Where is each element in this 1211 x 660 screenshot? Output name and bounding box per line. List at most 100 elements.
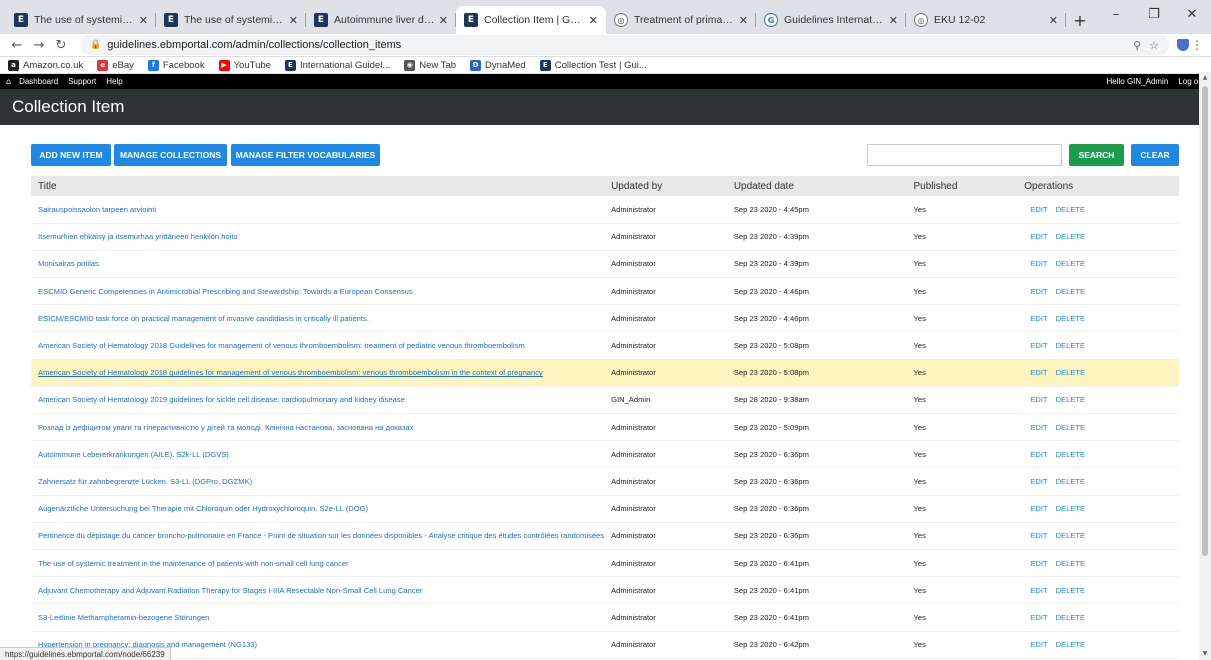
item-title-link[interactable]: Itsemurhien ehkäisy ja itsemurhaa yrittä… bbox=[31, 223, 604, 250]
delete-link[interactable]: DELETE bbox=[1056, 477, 1086, 486]
browser-tab[interactable]: E The use of systemic treatment in ✕ bbox=[156, 6, 306, 34]
edit-link[interactable]: EDIT bbox=[1030, 205, 1047, 214]
bookmark-item[interactable]: e eBay bbox=[97, 59, 134, 71]
delete-link[interactable]: DELETE bbox=[1056, 259, 1086, 268]
browser-tab[interactable]: E The use of systemic treatment in ✕ bbox=[6, 6, 156, 34]
bookmark-item[interactable]: D DynaMed bbox=[470, 59, 526, 71]
delete-link[interactable]: DELETE bbox=[1056, 341, 1086, 350]
bookmark-item[interactable]: a Amazon.co.uk bbox=[8, 59, 83, 71]
tab-close-icon[interactable]: ✕ bbox=[139, 14, 148, 27]
item-title-link[interactable]: Pertinence du dépistage du cancer bronch… bbox=[31, 522, 604, 549]
search-button[interactable]: SEARCH bbox=[1069, 144, 1124, 166]
browser-tab[interactable]: ◎ Treatment of primary breast canc ✕ bbox=[606, 6, 756, 34]
edit-link[interactable]: EDIT bbox=[1030, 287, 1047, 296]
edit-link[interactable]: EDIT bbox=[1030, 232, 1047, 241]
delete-link[interactable]: DELETE bbox=[1056, 531, 1086, 540]
item-title-link[interactable]: The use of systemic treatment in the mai… bbox=[31, 549, 604, 576]
edit-link[interactable]: EDIT bbox=[1030, 559, 1047, 568]
tab-close-icon[interactable]: ✕ bbox=[289, 14, 298, 27]
close-window-icon[interactable]: ✕ bbox=[1173, 0, 1211, 28]
forward-icon[interactable]: → bbox=[28, 38, 50, 53]
tab-close-icon[interactable]: ✕ bbox=[589, 14, 598, 27]
edit-link[interactable]: EDIT bbox=[1030, 341, 1047, 350]
column-header-updated-date[interactable]: Updated date bbox=[727, 176, 907, 196]
edit-link[interactable]: EDIT bbox=[1030, 504, 1047, 513]
edit-link[interactable]: EDIT bbox=[1030, 368, 1047, 377]
manage-collections-button[interactable]: MANAGE COLLECTIONS bbox=[114, 144, 227, 166]
column-header-updated-by[interactable]: Updated by bbox=[604, 176, 727, 196]
scroll-down-icon[interactable]: ▼ bbox=[1199, 648, 1211, 660]
address-bar[interactable]: 🔒 guidelines.ebmportal.com/admin/collect… bbox=[80, 35, 1169, 55]
item-title-link[interactable]: Розлад із дефіцитом уваги та гіперактивн… bbox=[31, 414, 604, 441]
edit-link[interactable]: EDIT bbox=[1030, 450, 1047, 459]
delete-link[interactable]: DELETE bbox=[1056, 232, 1086, 241]
browser-tab[interactable]: E Collection Item | Guidelines Inter ✕ bbox=[456, 6, 606, 34]
edit-link[interactable]: EDIT bbox=[1030, 640, 1047, 649]
search-input[interactable] bbox=[867, 144, 1062, 166]
tab-close-icon[interactable]: ✕ bbox=[439, 14, 448, 27]
item-title-link[interactable]: Sairauspoissaolon tarpeen arviointi bbox=[31, 196, 604, 223]
page-scrollbar[interactable]: ▲ ▼ bbox=[1199, 72, 1211, 660]
edit-link[interactable]: EDIT bbox=[1030, 314, 1047, 323]
bookmark-item[interactable]: ▶ YouTube bbox=[218, 59, 271, 71]
add-new-item-button[interactable]: ADD NEW ITEM bbox=[31, 144, 111, 166]
delete-link[interactable]: DELETE bbox=[1056, 205, 1086, 214]
user-greeting[interactable]: Hello GIN_Admin bbox=[1106, 77, 1168, 86]
column-header-title[interactable]: Title bbox=[31, 176, 604, 196]
star-icon[interactable]: ☆ bbox=[1149, 39, 1159, 52]
browser-tab[interactable]: ◎ EKU 12-02 ✕ bbox=[906, 6, 1066, 34]
tab-close-icon[interactable]: ✕ bbox=[739, 14, 748, 27]
extension-shield-icon[interactable] bbox=[1177, 39, 1189, 51]
bookmark-item[interactable]: ◉ New Tab bbox=[404, 59, 456, 71]
admin-link-help[interactable]: Help bbox=[106, 77, 122, 86]
delete-link[interactable]: DELETE bbox=[1056, 586, 1086, 595]
bookmark-item[interactable]: E International Guidel... bbox=[284, 59, 390, 71]
item-title-link[interactable]: S3-Leitlinie Methamphetamin-bezogene Stö… bbox=[31, 604, 604, 631]
edit-link[interactable]: EDIT bbox=[1030, 395, 1047, 404]
delete-link[interactable]: DELETE bbox=[1056, 314, 1086, 323]
edit-link[interactable]: EDIT bbox=[1030, 477, 1047, 486]
clear-button[interactable]: CLEAR bbox=[1131, 144, 1179, 166]
edit-link[interactable]: EDIT bbox=[1030, 531, 1047, 540]
edit-link[interactable]: EDIT bbox=[1030, 586, 1047, 595]
column-header-published[interactable]: Published bbox=[906, 176, 1017, 196]
menu-kebab-icon[interactable]: ⋮ bbox=[1189, 38, 1205, 52]
scroll-up-icon[interactable]: ▲ bbox=[1199, 72, 1211, 84]
bookmark-item[interactable]: E Collection Test | Gui... bbox=[539, 59, 647, 71]
item-title-link[interactable]: Adjuvant Chemotherapy and Adjuvant Radia… bbox=[31, 577, 604, 604]
item-title-link[interactable]: Zahnersatz für zahnbegrenzte Lücken. S3-… bbox=[31, 468, 604, 495]
browser-tab[interactable]: G Guidelines International Network ✕ bbox=[756, 6, 906, 34]
edit-link[interactable]: EDIT bbox=[1030, 259, 1047, 268]
minimize-icon[interactable]: – bbox=[1097, 0, 1135, 28]
edit-link[interactable]: EDIT bbox=[1030, 613, 1047, 622]
item-title-link[interactable]: American Society of Hematology 2019 guid… bbox=[31, 386, 604, 413]
delete-link[interactable]: DELETE bbox=[1056, 423, 1086, 432]
item-title-link[interactable]: ESICM/ESCMID task force on practical man… bbox=[31, 305, 604, 332]
zoom-icon[interactable]: ⚲ bbox=[1133, 39, 1141, 52]
admin-link-support[interactable]: Support bbox=[68, 77, 96, 86]
back-icon[interactable]: ← bbox=[6, 38, 28, 53]
delete-link[interactable]: DELETE bbox=[1056, 287, 1086, 296]
item-title-link[interactable]: American Society of Hematology 2018 guid… bbox=[31, 359, 604, 386]
browser-tab[interactable]: E Autoimmune liver disease (AILE) ✕ bbox=[306, 6, 456, 34]
reload-icon[interactable]: ↻ bbox=[50, 38, 72, 53]
delete-link[interactable]: DELETE bbox=[1056, 504, 1086, 513]
new-tab-button[interactable]: + bbox=[1066, 6, 1094, 34]
delete-link[interactable]: DELETE bbox=[1056, 368, 1086, 377]
tab-close-icon[interactable]: ✕ bbox=[889, 14, 898, 27]
item-title-link[interactable]: Autoimmune Lebererkrankungen (AILE). S2k… bbox=[31, 441, 604, 468]
item-title-link[interactable]: Monisairas potilas bbox=[31, 250, 604, 277]
admin-link-dashboard[interactable]: Dashboard bbox=[19, 77, 58, 86]
restore-icon[interactable]: ❐ bbox=[1135, 0, 1173, 28]
delete-link[interactable]: DELETE bbox=[1056, 395, 1086, 404]
bookmark-item[interactable]: f Facebook bbox=[147, 59, 205, 71]
edit-link[interactable]: EDIT bbox=[1030, 423, 1047, 432]
delete-link[interactable]: DELETE bbox=[1056, 640, 1086, 649]
manage-filter-vocabularies-button[interactable]: MANAGE FILTER VOCABULARIES bbox=[231, 144, 380, 166]
home-icon[interactable]: ⌂ bbox=[6, 77, 11, 86]
item-title-link[interactable]: American Society of Hematology 2018 Guid… bbox=[31, 332, 604, 359]
scrollbar-thumb[interactable] bbox=[1202, 86, 1208, 556]
delete-link[interactable]: DELETE bbox=[1056, 450, 1086, 459]
tab-close-icon[interactable]: ✕ bbox=[1049, 14, 1058, 27]
delete-link[interactable]: DELETE bbox=[1056, 559, 1086, 568]
